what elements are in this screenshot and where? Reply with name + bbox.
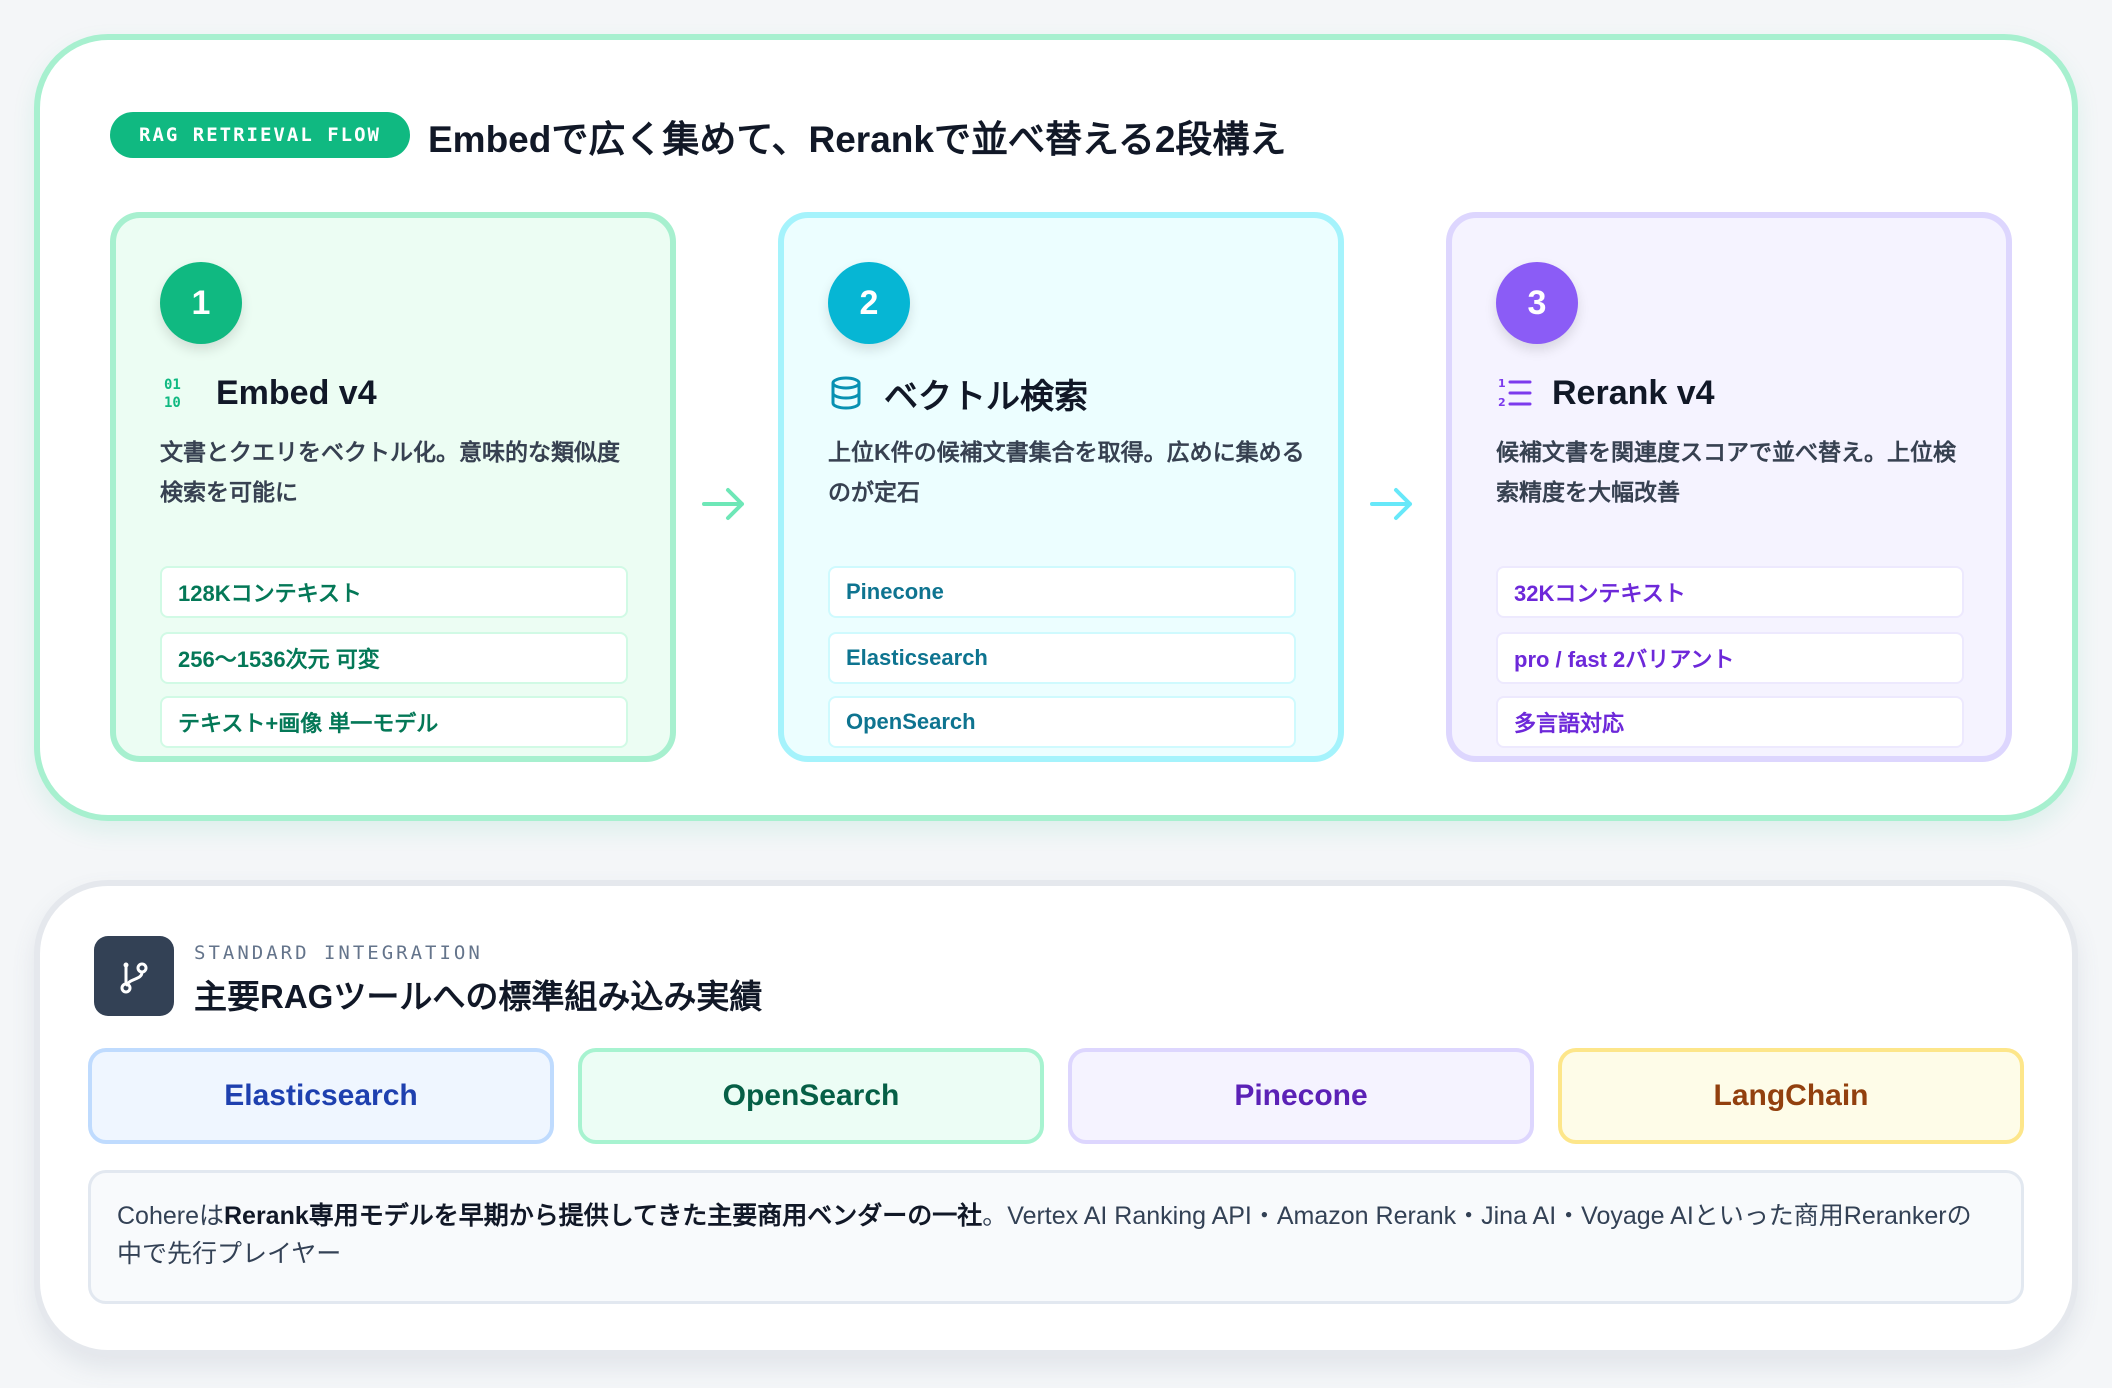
- step-header: 1 2 Rerank v4: [1496, 368, 1715, 418]
- feature-chip: Pinecone: [828, 566, 1296, 618]
- feature-chip: テキスト+画像 単一モデル: [160, 696, 628, 748]
- feature-chip: 32Kコンテキスト: [1496, 566, 1964, 618]
- rag-flow-panel: RAG RETRIEVAL FLOW Embedで広く集めて、Rerankで並べ…: [34, 34, 2078, 821]
- vendor-note: CohereはRerank専用モデルを早期から提供してきた主要商用ベンダーの一社…: [88, 1170, 2024, 1304]
- integration-panel: STANDARD INTEGRATION 主要RAGツールへの標準組み込み実績 …: [34, 880, 2078, 1356]
- feature-chip: pro / fast 2バリアント: [1496, 632, 1964, 684]
- arrow-right-icon: [702, 488, 744, 520]
- step-title: Rerank v4: [1552, 373, 1715, 412]
- step-description: 候補文書を関連度スコアで並べ替え。上位検索精度を大幅改善: [1496, 439, 1956, 505]
- flow-title: Embedで広く集めて、Rerankで並べ替える2段構え: [428, 119, 1287, 160]
- git-branch-icon: [94, 936, 174, 1016]
- step-title: ベクトル検索: [884, 377, 1088, 416]
- step-card-embed: 1 01 10 Embed v4 文書とクエリをベクトル化。意味的な類似度検索を…: [110, 212, 676, 762]
- note-prefix: Cohereは: [117, 1202, 224, 1230]
- arrow-right-icon: [1370, 488, 1412, 520]
- svg-text:10: 10: [164, 395, 181, 411]
- integration-eyebrow: STANDARD INTEGRATION: [194, 942, 483, 964]
- step-title: Embed v4: [216, 373, 377, 412]
- step-description: 上位K件の候補文書集合を取得。広めに集めるのが定石: [828, 439, 1305, 505]
- note-emphasis: Rerank専用モデルを早期から提供してきた主要商用ベンダーの一社: [224, 1202, 983, 1230]
- feature-chip: OpenSearch: [828, 696, 1296, 748]
- flow-tag: RAG RETRIEVAL FLOW: [110, 112, 410, 158]
- step-header: 01 10 Embed v4: [160, 368, 377, 418]
- feature-chip: 多言語対応: [1496, 696, 1964, 748]
- step-header: ベクトル検索: [828, 368, 1088, 418]
- feature-chip: Elasticsearch: [828, 632, 1296, 684]
- step-description: 文書とクエリをベクトル化。意味的な類似度検索を可能に: [160, 439, 620, 505]
- ranked-list-icon: 1 2: [1496, 375, 1532, 411]
- feature-chip: 256〜1536次元 可変: [160, 632, 628, 684]
- svg-text:2: 2: [1498, 396, 1506, 409]
- step-number-badge: 1: [160, 262, 242, 344]
- tool-card-pinecone: Pinecone: [1068, 1048, 1534, 1144]
- step-card-rerank: 3 1 2 Rerank v4 候補文書を関連度スコアで並べ替え。上位検索精度を…: [1446, 212, 2012, 762]
- svg-text:01: 01: [164, 377, 181, 393]
- step-number-badge: 3: [1496, 262, 1578, 344]
- step-card-vector-search: 2 ベクトル検索 上位K件の候補文書集合を取得。広めに集めるのが定石 Pinec…: [778, 212, 1344, 762]
- tool-card-opensearch: OpenSearch: [578, 1048, 1044, 1144]
- svg-text:1: 1: [1498, 377, 1506, 390]
- step-number-badge: 2: [828, 262, 910, 344]
- integration-title: 主要RAGツールへの標準組み込み実績: [194, 978, 763, 1015]
- binary-icon: 01 10: [160, 375, 196, 411]
- database-icon: [828, 375, 864, 411]
- tool-card-elasticsearch: Elasticsearch: [88, 1048, 554, 1144]
- tool-card-langchain: LangChain: [1558, 1048, 2024, 1144]
- feature-chip: 128Kコンテキスト: [160, 566, 628, 618]
